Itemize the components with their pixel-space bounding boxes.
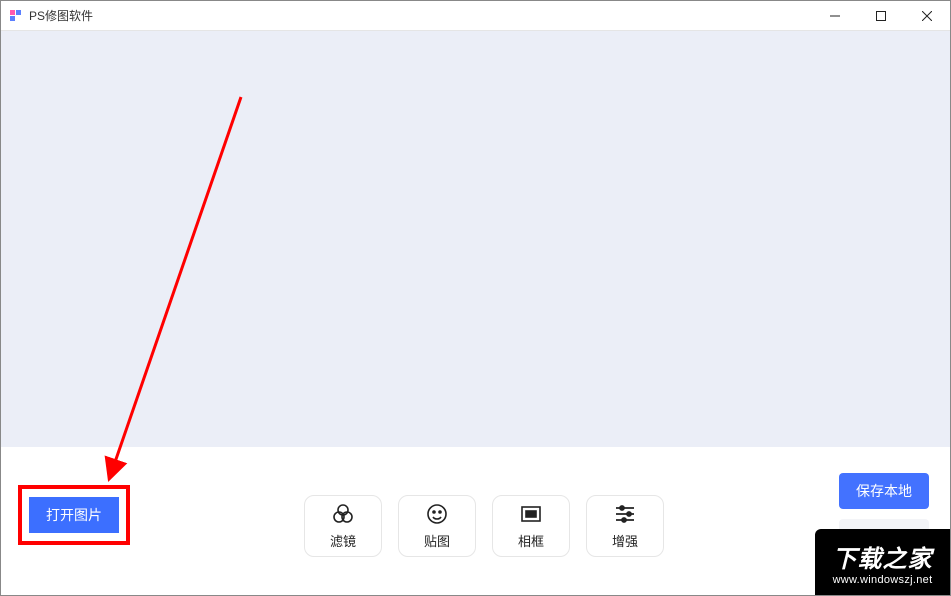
enhance-tool-button[interactable]: 增强: [586, 495, 664, 557]
save-local-button[interactable]: 保存本地: [839, 473, 929, 509]
canvas-area: [1, 31, 950, 447]
sticker-label: 贴图: [424, 531, 450, 550]
maximize-button[interactable]: [858, 1, 904, 31]
frame-label: 相框: [518, 531, 544, 550]
watermark-text: 下载之家: [833, 539, 933, 574]
sticker-tool-button[interactable]: 贴图: [398, 495, 476, 557]
app-title: PS修图软件: [29, 7, 93, 24]
titlebar: PS修图软件: [1, 1, 950, 31]
open-image-button[interactable]: 打开图片: [29, 497, 119, 533]
window-controls: [812, 1, 950, 31]
minimize-button[interactable]: [812, 1, 858, 31]
tool-group: 滤镜 贴图 相框: [304, 495, 664, 557]
sticker-icon: [425, 502, 449, 526]
watermark-url: www.windowszj.net: [833, 574, 933, 586]
frame-tool-button[interactable]: 相框: [492, 495, 570, 557]
close-button[interactable]: [904, 1, 950, 31]
toolbar-area: 打开图片 滤镜 贴图 相框: [1, 447, 950, 595]
enhance-label: 增强: [612, 531, 638, 550]
filter-icon: [331, 502, 355, 526]
filter-tool-button[interactable]: 滤镜: [304, 495, 382, 557]
watermark: 下载之家 www.windowszj.net: [815, 529, 950, 595]
enhance-icon: [613, 502, 637, 526]
titlebar-left: PS修图软件: [9, 7, 93, 24]
frame-icon: [519, 502, 543, 526]
app-logo-icon: [9, 9, 23, 23]
filter-label: 滤镜: [330, 531, 356, 550]
